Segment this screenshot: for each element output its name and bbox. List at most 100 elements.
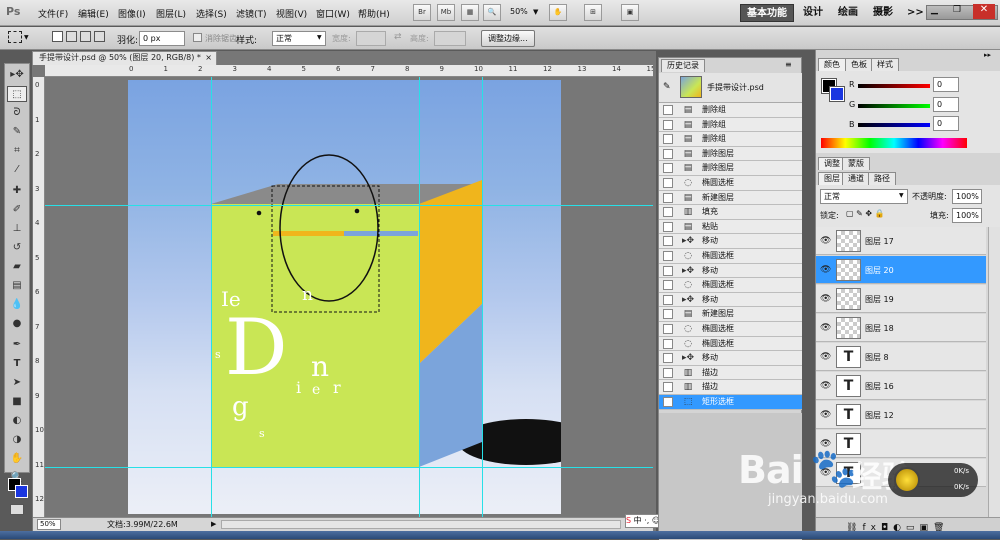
tab-masks[interactable]: 蒙版 — [842, 157, 870, 170]
layer-row[interactable]: 👁 图层 18 — [816, 314, 986, 342]
menu-image[interactable]: 图像(I) — [118, 7, 146, 20]
history-source-checkbox[interactable] — [663, 119, 673, 130]
layer-row[interactable]: 👁 T 图层 8 — [816, 343, 986, 371]
zoom-tool-button[interactable]: 🔍 — [483, 4, 501, 21]
history-source-checkbox[interactable] — [663, 265, 673, 276]
status-arrow-icon[interactable]: ▶ — [211, 518, 216, 531]
eraser-tool-icon[interactable]: ▰ — [7, 259, 27, 275]
history-item[interactable]: ◌ 椭圆选框 — [659, 336, 802, 352]
history-source-checkbox[interactable] — [663, 309, 673, 320]
history-source-checkbox[interactable] — [663, 221, 673, 232]
history-source-checkbox[interactable] — [663, 163, 673, 174]
antialias-checkbox[interactable] — [193, 33, 202, 42]
bridge-button[interactable]: Br — [413, 4, 431, 21]
quick-mask-icon[interactable] — [10, 504, 24, 515]
tab-styles[interactable]: 样式 — [871, 58, 899, 71]
horizontal-scrollbar[interactable] — [221, 520, 621, 529]
guides-button[interactable]: ▦ — [461, 4, 479, 21]
type-tool-icon[interactable]: T — [7, 356, 27, 372]
g-slider[interactable] — [858, 104, 930, 108]
history-item[interactable]: ▤ 删除组 — [659, 103, 802, 118]
history-item[interactable]: ▤ 新建图层 — [659, 307, 802, 322]
tab-swatches[interactable]: 色板 — [845, 58, 873, 71]
history-brush-source-icon[interactable]: ✎ — [663, 82, 671, 92]
workspace-design[interactable]: 设计 — [797, 4, 829, 22]
history-item[interactable]: ▥ 描边 — [659, 365, 802, 381]
dodge-tool-icon[interactable]: ● — [7, 316, 27, 332]
r-input[interactable]: 0 — [933, 77, 959, 92]
menu-help[interactable]: 帮助(H) — [358, 7, 390, 20]
history-item[interactable]: ▤ 删除组 — [659, 132, 802, 147]
b-input[interactable]: 0 — [933, 116, 959, 131]
history-item[interactable]: ▸✥ 移动 — [659, 292, 802, 308]
chevron-down-icon[interactable]: ▼ — [24, 34, 29, 41]
chevron-down-icon[interactable]: ▼ — [533, 8, 538, 16]
ime-chinese-mode[interactable]: 中 — [634, 516, 642, 525]
hand-tool-icon[interactable]: ✋ — [7, 451, 27, 467]
visibility-eye-icon[interactable]: 👁 — [820, 352, 831, 362]
history-item[interactable]: ▤ 删除组 — [659, 117, 802, 133]
visibility-eye-icon[interactable]: 👁 — [820, 265, 831, 275]
guide-horizontal-2[interactable] — [45, 467, 653, 468]
menu-filter[interactable]: 滤镜(T) — [236, 7, 267, 20]
history-item[interactable]: ▤ 粘贴 — [659, 219, 802, 235]
history-brush-icon[interactable]: ↺ — [7, 240, 27, 256]
minimize-icon[interactable]: ▁ — [931, 5, 938, 15]
history-source-checkbox[interactable] — [663, 192, 673, 203]
move-tool-icon[interactable]: ▸✥ — [7, 67, 27, 83]
history-source-checkbox[interactable] — [663, 105, 673, 115]
history-source-checkbox[interactable] — [663, 207, 673, 218]
tab-paths[interactable]: 路径 — [868, 172, 896, 185]
visibility-eye-icon[interactable]: 👁 — [820, 323, 831, 333]
3d-rotate-tool-icon[interactable]: ◐ — [7, 413, 27, 429]
history-source-checkbox[interactable] — [663, 324, 673, 334]
history-item[interactable]: ▤ 删除图层 — [659, 161, 802, 176]
maximize-icon[interactable]: ❐ — [953, 5, 961, 15]
eyedropper-tool-icon[interactable]: ⁄ — [7, 162, 27, 178]
menu-edit[interactable]: 编辑(E) — [78, 7, 109, 20]
history-source-checkbox[interactable] — [663, 251, 673, 261]
healing-tool-icon[interactable]: ✚ — [7, 183, 27, 199]
guide-vertical-3[interactable] — [482, 77, 483, 517]
history-source-checkbox[interactable] — [663, 367, 673, 378]
visibility-eye-icon[interactable]: 👁 — [820, 294, 831, 304]
lasso-tool-icon[interactable]: ᘐ — [7, 105, 27, 121]
history-item[interactable]: ▤ 删除图层 — [659, 146, 802, 162]
visibility-eye-icon[interactable]: 👁 — [820, 381, 831, 391]
intersect-selection-icon[interactable] — [94, 31, 105, 42]
gradient-tool-icon[interactable]: ▤ — [7, 278, 27, 294]
color-spectrum-ramp[interactable] — [821, 138, 967, 148]
workspace-painting[interactable]: 绘画 — [832, 4, 864, 22]
menu-layer[interactable]: 图层(L) — [156, 7, 186, 20]
hand-tool-button[interactable]: ✋ — [549, 4, 567, 21]
history-source-checkbox[interactable] — [663, 134, 673, 145]
blur-tool-icon[interactable]: 💧 — [7, 297, 27, 313]
r-slider[interactable] — [858, 84, 930, 88]
panel-menu-icon[interactable]: ≡ — [785, 60, 792, 69]
g-input[interactable]: 0 — [933, 97, 959, 112]
speed-ball-icon[interactable] — [894, 467, 920, 493]
close-window-icon[interactable]: ✕ — [973, 4, 995, 19]
close-tab-icon[interactable]: × — [205, 52, 212, 64]
collapse-panels-icon[interactable]: ▸▸ — [984, 51, 991, 59]
pen-tool-icon[interactable]: ✒ — [7, 337, 27, 353]
shape-tool-icon[interactable]: ■ — [7, 394, 27, 410]
history-source-checkbox[interactable] — [663, 280, 673, 291]
visibility-eye-icon[interactable]: 👁 — [820, 468, 831, 478]
menu-window[interactable]: 窗口(W) — [316, 7, 350, 20]
visibility-eye-icon[interactable]: 👁 — [820, 439, 831, 449]
layer-row[interactable]: 👁 T 图层 12 — [816, 401, 986, 429]
rect-marquee-preset-icon[interactable] — [8, 31, 22, 43]
visibility-eye-icon[interactable]: 👁 — [820, 410, 831, 420]
blend-mode-select[interactable]: 正常 — [820, 189, 908, 204]
layer-row[interactable]: 👁 图层 19 — [816, 285, 986, 313]
b-slider[interactable] — [858, 123, 930, 127]
guide-vertical-2[interactable] — [419, 77, 420, 517]
history-snapshot[interactable]: ✎ 手提带设计.psd — [659, 73, 802, 103]
layer-row[interactable]: 👁 T 图层 16 — [816, 372, 986, 400]
guide-horizontal-1[interactable] — [45, 205, 653, 206]
guide-vertical-1[interactable] — [211, 77, 212, 517]
tab-channels[interactable]: 通道 — [842, 172, 870, 185]
history-item[interactable]: ▸✥ 移动 — [659, 351, 802, 366]
menu-file[interactable]: 文件(F) — [38, 7, 68, 20]
